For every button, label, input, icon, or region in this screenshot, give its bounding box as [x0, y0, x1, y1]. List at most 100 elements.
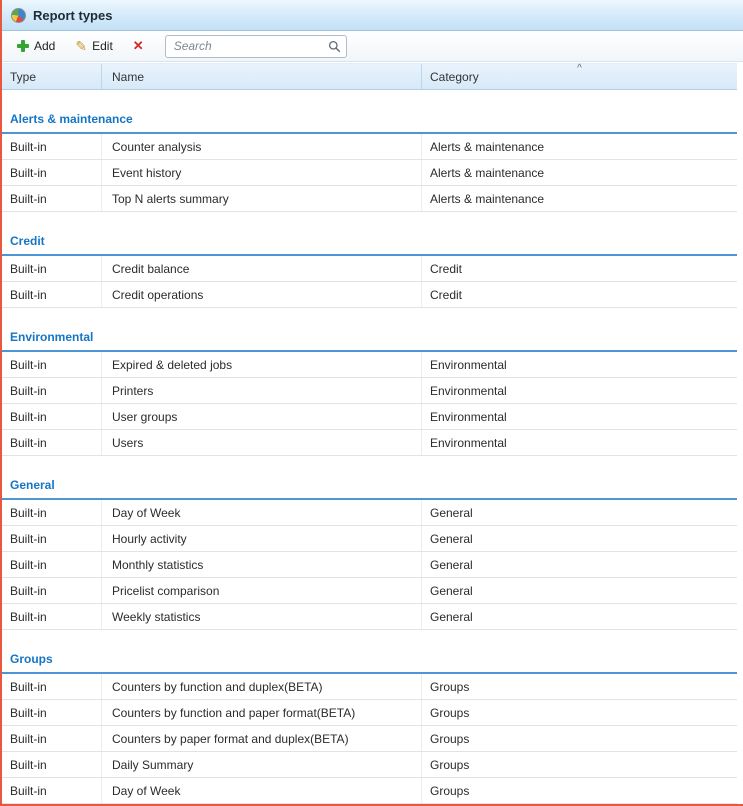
cell-name: User groups: [102, 404, 422, 429]
cell-category: Groups: [422, 700, 737, 725]
group-header[interactable]: Credit: [2, 212, 737, 256]
cell-category: Alerts & maintenance: [422, 134, 737, 159]
table-row[interactable]: Built-inCounters by function and paper f…: [2, 700, 737, 726]
table-row[interactable]: Built-inWeekly statisticsGeneral: [2, 604, 737, 630]
group-header[interactable]: Environmental: [2, 308, 737, 352]
cell-type: Built-in: [2, 578, 102, 603]
column-header-category-label: Category: [430, 70, 479, 84]
cell-name: Counters by function and duplex(BETA): [102, 674, 422, 699]
cell-type: Built-in: [2, 778, 102, 803]
cell-name: Printers: [102, 378, 422, 403]
cell-category: Groups: [422, 752, 737, 777]
cell-category: Environmental: [422, 378, 737, 403]
table-row[interactable]: Built-inPrintersEnvironmental: [2, 378, 737, 404]
table-row[interactable]: Built-inHourly activityGeneral: [2, 526, 737, 552]
group-title: Alerts & maintenance: [10, 112, 133, 126]
cell-category: Alerts & maintenance: [422, 186, 737, 211]
titlebar: Report types: [2, 0, 743, 31]
search-input[interactable]: [174, 39, 328, 53]
table-row[interactable]: Built-inPricelist comparisonGeneral: [2, 578, 737, 604]
table-row[interactable]: Built-inEvent historyAlerts & maintenanc…: [2, 160, 737, 186]
table-row[interactable]: Built-inExpired & deleted jobsEnvironmen…: [2, 352, 737, 378]
cell-type: Built-in: [2, 186, 102, 211]
table-row[interactable]: Built-inUsersEnvironmental: [2, 430, 737, 456]
cell-type: Built-in: [2, 430, 102, 455]
cell-category: Environmental: [422, 404, 737, 429]
cell-name: Monthly statistics: [102, 552, 422, 577]
delete-x-icon: ✕: [133, 40, 144, 52]
add-button-label: Add: [34, 39, 55, 53]
cell-name: Daily Summary: [102, 752, 422, 777]
cell-type: Built-in: [2, 674, 102, 699]
cell-name: Event history: [102, 160, 422, 185]
cell-category: Groups: [422, 778, 737, 803]
table-row[interactable]: Built-inCounter analysisAlerts & mainten…: [2, 134, 737, 160]
cell-category: Groups: [422, 726, 737, 751]
cell-type: Built-in: [2, 160, 102, 185]
cell-name: Hourly activity: [102, 526, 422, 551]
cell-type: Built-in: [2, 700, 102, 725]
cell-category: Alerts & maintenance: [422, 160, 737, 185]
cell-type: Built-in: [2, 282, 102, 307]
cell-type: Built-in: [2, 352, 102, 377]
cell-type: Built-in: [2, 604, 102, 629]
cell-category: General: [422, 552, 737, 577]
delete-button[interactable]: ✕: [124, 35, 153, 57]
search-box[interactable]: [165, 35, 347, 58]
table-row[interactable]: Built-inDay of WeekGroups: [2, 778, 737, 804]
group-header[interactable]: Alerts & maintenance: [2, 90, 737, 134]
column-header-name[interactable]: Name: [102, 64, 422, 89]
edit-button-label: Edit: [92, 39, 113, 53]
table-row[interactable]: Built-inCredit balanceCredit: [2, 256, 737, 282]
cell-category: General: [422, 578, 737, 603]
cell-category: General: [422, 500, 737, 525]
cell-name: Users: [102, 430, 422, 455]
cell-category: General: [422, 604, 737, 629]
group-title: Credit: [10, 234, 45, 248]
window-title: Report types: [33, 8, 112, 23]
caret-up-icon: ^: [577, 64, 582, 73]
add-button[interactable]: Add: [8, 34, 64, 58]
cell-name: Expired & deleted jobs: [102, 352, 422, 377]
cell-type: Built-in: [2, 726, 102, 751]
table-row[interactable]: Built-inUser groupsEnvironmental: [2, 404, 737, 430]
group-title: General: [10, 478, 55, 492]
cell-type: Built-in: [2, 404, 102, 429]
table-row[interactable]: Built-inDaily SummaryGroups: [2, 752, 737, 778]
table-header: Type Name ^ Category: [2, 63, 737, 90]
cell-type: Built-in: [2, 752, 102, 777]
report-types-window: Report types Add ✎ Edit ✕ Type Name: [0, 0, 743, 806]
cell-name: Pricelist comparison: [102, 578, 422, 603]
column-header-type[interactable]: Type: [2, 64, 102, 89]
cell-name: Counters by function and paper format(BE…: [102, 700, 422, 725]
pencil-icon: ✎: [75, 40, 87, 52]
table-row[interactable]: Built-inDay of WeekGeneral: [2, 500, 737, 526]
table-row[interactable]: Built-inCounters by function and duplex(…: [2, 674, 737, 700]
cell-name: Day of Week: [102, 500, 422, 525]
table-row[interactable]: Built-inCredit operationsCredit: [2, 282, 737, 308]
group-title: Groups: [10, 652, 53, 666]
table-row[interactable]: Built-inMonthly statisticsGeneral: [2, 552, 737, 578]
cell-name: Counters by paper format and duplex(BETA…: [102, 726, 422, 751]
group-header[interactable]: Groups: [2, 630, 737, 674]
cell-name: Top N alerts summary: [102, 186, 422, 211]
magnifier-icon[interactable]: [328, 40, 341, 53]
cell-category: Environmental: [422, 430, 737, 455]
cell-name: Credit operations: [102, 282, 422, 307]
edit-button[interactable]: ✎ Edit: [66, 34, 121, 58]
cell-name: Weekly statistics: [102, 604, 422, 629]
cell-category: Credit: [422, 256, 737, 281]
table-row[interactable]: Built-inCounters by paper format and dup…: [2, 726, 737, 752]
group-header[interactable]: General: [2, 456, 737, 500]
cell-name: Counter analysis: [102, 134, 422, 159]
table-row[interactable]: Built-inTop N alerts summaryAlerts & mai…: [2, 186, 737, 212]
cell-type: Built-in: [2, 256, 102, 281]
cell-category: General: [422, 526, 737, 551]
cell-name: Credit balance: [102, 256, 422, 281]
column-header-category[interactable]: ^ Category: [422, 64, 737, 89]
cell-name: Day of Week: [102, 778, 422, 803]
group-title: Environmental: [10, 330, 93, 344]
cell-type: Built-in: [2, 378, 102, 403]
cell-category: Credit: [422, 282, 737, 307]
cell-type: Built-in: [2, 134, 102, 159]
